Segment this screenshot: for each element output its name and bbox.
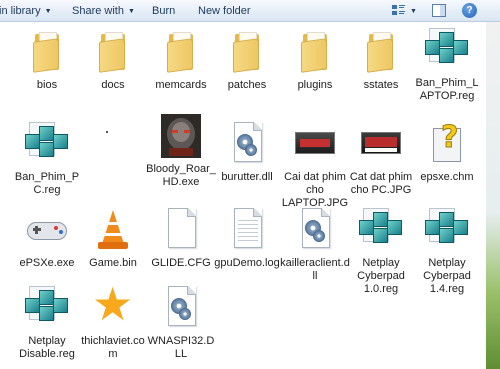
file-item-docs[interactable]: docs	[78, 28, 148, 92]
folder-icon	[357, 28, 405, 76]
include-in-library-button[interactable]: in library ▼	[0, 4, 52, 20]
file-item-netplay-cyberpad-1-4-reg[interactable]: Netplay Cyberpad 1.4.reg	[412, 206, 482, 296]
view-options-icon	[392, 5, 405, 15]
folder-icon	[23, 28, 71, 76]
registry-file-icon	[23, 284, 71, 332]
star-file-icon: ★	[92, 277, 134, 331]
help-file-icon: ?	[423, 120, 471, 168]
file-item-memcards[interactable]: memcards	[146, 28, 216, 92]
file-item-bios[interactable]: bios	[12, 28, 82, 92]
view-chevron-down-icon[interactable]: ▼	[410, 5, 417, 19]
desktop-background-edge	[486, 22, 500, 369]
folder-icon	[157, 28, 205, 76]
file-label: bios	[36, 79, 58, 91]
file-label: Netplay Cyberpad 1.4.reg	[423, 257, 471, 295]
file-label: burutter.dll	[221, 171, 273, 183]
folder-icon	[89, 28, 137, 76]
file-label: Cat dat phim cho PC.JPG	[349, 171, 413, 196]
file-item-netplay-disable-reg[interactable]: Netplay Disable.reg	[12, 284, 82, 361]
file-item-sstates[interactable]: sstates	[346, 28, 416, 92]
registry-file-icon	[23, 120, 71, 168]
file-label: docs	[101, 79, 125, 91]
jpg-image-icon	[357, 120, 405, 168]
file-label: Ban_Phim_PC.reg	[14, 171, 80, 196]
file-label: plugins	[297, 79, 333, 91]
file-label: ePSXe.exe	[19, 257, 75, 269]
file-label: thichlaviet.com	[81, 335, 145, 360]
file-label: memcards	[155, 79, 207, 91]
controller-icon	[23, 206, 71, 254]
file-item-ban-phim-pc-reg[interactable]: Ban_Phim_PC.reg	[12, 120, 82, 197]
file-list-view: bios docs memcards patches plugins sstat…	[0, 22, 486, 369]
file-item-gpudemo-log[interactable]: gpuDemo.log	[212, 206, 282, 270]
share-with-button[interactable]: Share with ▼	[72, 4, 135, 20]
preview-pane-button[interactable]	[432, 4, 446, 22]
dll-file-icon	[157, 284, 205, 332]
file-label: epsxe.chm	[420, 171, 474, 183]
file-label: Netplay Disable.reg	[19, 335, 75, 360]
file-item-ban-phim-laptop-reg[interactable]: Ban_Phim_LAPTOP.reg	[412, 26, 482, 103]
file-label: patches	[227, 79, 267, 91]
file-item-thichlaviet-com[interactable]: ★ thichlaviet.com	[78, 277, 148, 361]
file-item-patches[interactable]: patches	[212, 28, 282, 92]
file-item-cat-dat-phim-pc-jpg[interactable]: Cat dat phim cho PC.JPG	[346, 120, 416, 197]
command-bar: in library ▼ Share with ▼ Burn New folder …	[0, 0, 500, 22]
dll-file-icon	[291, 206, 339, 254]
text-document-icon	[223, 206, 271, 254]
file-label: GLIDE.CFG	[151, 257, 211, 269]
blank-file-icon	[157, 206, 205, 254]
file-item-kailleraclient-dll[interactable]: kailleraclient.dll	[280, 206, 350, 283]
file-item-epsxe-exe[interactable]: ePSXe.exe	[12, 206, 82, 270]
file-label: Game.bin	[89, 257, 137, 269]
file-item-glide-cfg[interactable]: GLIDE.CFG	[146, 206, 216, 270]
folder-icon	[291, 28, 339, 76]
file-label: Cai dat phim cho LAPTOP.JPG	[281, 171, 349, 209]
file-label: Ban_Phim_LAPTOP.reg	[415, 77, 479, 102]
registry-file-icon	[357, 206, 405, 254]
file-item-netplay-cyberpad-1-0-reg[interactable]: Netplay Cyberpad 1.0.reg	[346, 206, 416, 296]
include-in-library-label: in library	[0, 5, 41, 17]
file-label: Bloody_Roar_HD.exe	[146, 163, 216, 188]
registry-file-icon	[423, 206, 471, 254]
file-label: sstates	[363, 79, 399, 91]
view-options-button[interactable]	[392, 4, 406, 21]
file-item-bloody-roar-hd-exe[interactable]: Bloody_Roar_HD.exe	[146, 112, 216, 189]
file-label: gpuDemo.log	[214, 257, 280, 269]
game-executable-icon	[157, 112, 205, 160]
jpg-image-icon	[291, 120, 339, 168]
folder-icon	[223, 28, 271, 76]
help-button[interactable]: ?	[462, 3, 477, 18]
file-label: Netplay Cyberpad 1.0.reg	[357, 257, 405, 295]
file-item-epsxe-chm[interactable]: ? epsxe.chm	[412, 120, 482, 184]
share-with-label: Share with	[72, 5, 124, 17]
burn-button[interactable]: Burn	[152, 4, 175, 18]
file-label: kailleraclient.dll	[280, 257, 350, 282]
file-item-plugins[interactable]: plugins	[280, 28, 350, 92]
dll-file-icon	[223, 120, 271, 168]
registry-file-icon	[423, 26, 471, 74]
vlc-cone-icon	[89, 206, 137, 254]
file-item-cai-dat-phim-laptop-jpg[interactable]: Cai dat phim cho LAPTOP.JPG	[280, 120, 350, 210]
new-folder-button[interactable]: New folder	[198, 4, 251, 18]
file-item-game-bin[interactable]: Game.bin	[78, 206, 148, 270]
file-item-wnaspi32-dll[interactable]: WNASPI32.DLL	[146, 284, 216, 361]
preview-pane-icon	[432, 4, 446, 17]
stray-dot	[106, 131, 108, 133]
chevron-down-icon: ▼	[127, 8, 135, 15]
file-item-burutter-dll[interactable]: burutter.dll	[212, 120, 282, 184]
chevron-down-icon: ▼	[44, 8, 52, 15]
file-label: WNASPI32.DLL	[147, 335, 215, 360]
